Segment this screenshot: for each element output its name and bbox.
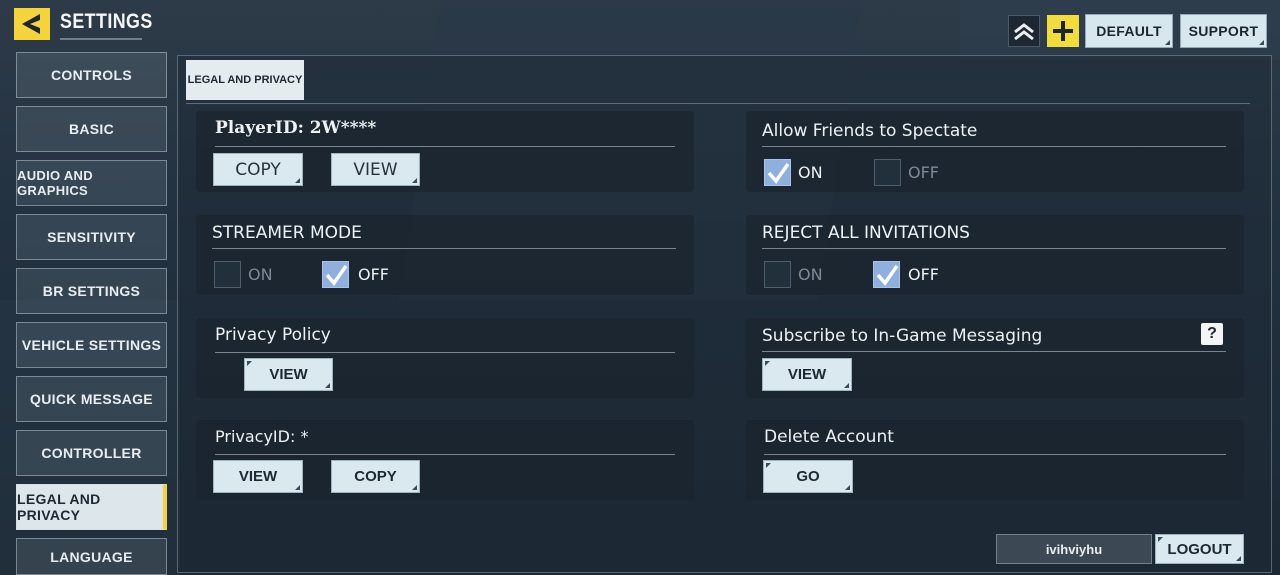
card-divider <box>764 454 1226 455</box>
reject-invitations-off-checkbox[interactable] <box>873 261 900 288</box>
card-divider <box>762 146 1226 147</box>
default-button[interactable]: DEFAULT <box>1085 14 1173 48</box>
messaging-title: Subscribe to In-Game Messaging <box>762 326 1043 346</box>
view-label: VIEW <box>787 366 827 383</box>
sidebar-item-audio-graphics[interactable]: AUDIO AND GRAPHICS <box>16 160 167 206</box>
view-label: VIEW <box>353 159 398 180</box>
privacy-id-title: PrivacyID: * <box>215 427 309 446</box>
checkmark-icon <box>767 162 790 184</box>
logout-button[interactable]: LOGOUT <box>1155 534 1244 564</box>
view-label: VIEW <box>238 468 278 485</box>
support-button[interactable]: SUPPORT <box>1180 14 1267 48</box>
copy-label: COPY <box>235 159 281 180</box>
streamer-mode-on-checkbox[interactable] <box>214 261 241 288</box>
view-player-id-button[interactable]: VIEW <box>331 153 420 186</box>
delete-account-title: Delete Account <box>764 427 894 447</box>
reject-invitations-on-label: ON <box>798 265 823 284</box>
logout-label: LOGOUT <box>1167 540 1232 558</box>
streamer-mode-on-label: ON <box>248 265 273 284</box>
spectate-on-checkbox[interactable] <box>764 159 791 186</box>
sidebar-item-vehicle-settings[interactable]: VEHICLE SETTINGS <box>16 322 167 368</box>
sidebar-item-sensitivity[interactable]: SENSITIVITY <box>16 214 167 260</box>
view-privacy-id-button[interactable]: VIEW <box>213 460 303 493</box>
player-id-title: PlayerID: 2W**** <box>215 118 377 138</box>
go-label: GO <box>796 468 820 485</box>
spectate-off-checkbox[interactable] <box>874 159 901 186</box>
title-underline <box>60 38 142 40</box>
sidebar-item-quick-message[interactable]: QUICK MESSAGE <box>16 376 167 422</box>
copy-player-id-button[interactable]: COPY <box>213 153 303 186</box>
card-divider <box>762 248 1226 249</box>
tab-divider <box>186 103 1250 104</box>
plus-icon[interactable] <box>1047 15 1079 47</box>
checkmark-icon <box>325 264 348 286</box>
tab-legal-privacy[interactable]: LEGAL AND PRIVACY <box>186 60 304 100</box>
delete-account-go-button[interactable]: GO <box>763 460 853 493</box>
card-divider <box>762 351 1226 352</box>
sidebar-item-controller[interactable]: CONTROLLER <box>16 430 167 476</box>
sidebar-item-br-settings[interactable]: BR SETTINGS <box>16 268 167 314</box>
sidebar-item-controls[interactable]: CONTROLS <box>16 52 167 98</box>
reject-invitations-on-checkbox[interactable] <box>764 261 791 288</box>
username-display: ivihviyhu <box>996 534 1152 564</box>
view-privacy-policy-button[interactable]: VIEW <box>244 358 333 391</box>
streamer-mode-title: STREAMER MODE <box>212 223 362 243</box>
card-divider <box>215 352 675 353</box>
back-arrow-icon <box>22 14 40 34</box>
back-button[interactable] <box>14 8 50 40</box>
help-icon[interactable]: ? <box>1201 323 1223 345</box>
reject-invitations-title: REJECT ALL INVITATIONS <box>762 223 970 243</box>
privacy-policy-title: Privacy Policy <box>215 325 331 345</box>
streamer-mode-off-checkbox[interactable] <box>322 261 349 288</box>
sidebar-item-basic[interactable]: BASIC <box>16 106 167 152</box>
rank-chevron-icon[interactable] <box>1008 15 1040 47</box>
spectate-off-label: OFF <box>908 163 939 182</box>
spectate-on-label: ON <box>798 163 823 182</box>
default-button-label: DEFAULT <box>1096 23 1162 39</box>
card-divider <box>215 146 675 147</box>
view-label: VIEW <box>269 366 308 383</box>
card-divider <box>212 248 676 249</box>
copy-privacy-id-button[interactable]: COPY <box>331 460 420 493</box>
copy-label: COPY <box>354 468 397 485</box>
sidebar-item-language[interactable]: LANGUAGE <box>16 538 167 575</box>
support-button-label: SUPPORT <box>1188 23 1259 39</box>
sidebar-item-legal-privacy[interactable]: LEGAL AND PRIVACY <box>16 484 167 530</box>
reject-invitations-off-label: OFF <box>908 265 939 284</box>
spectate-title: Allow Friends to Spectate <box>762 121 978 141</box>
checkmark-icon <box>876 264 899 286</box>
page-title: SETTINGS <box>60 10 153 33</box>
view-messaging-button[interactable]: VIEW <box>762 358 852 391</box>
streamer-mode-off-label: OFF <box>358 265 389 284</box>
card-divider <box>215 454 675 455</box>
